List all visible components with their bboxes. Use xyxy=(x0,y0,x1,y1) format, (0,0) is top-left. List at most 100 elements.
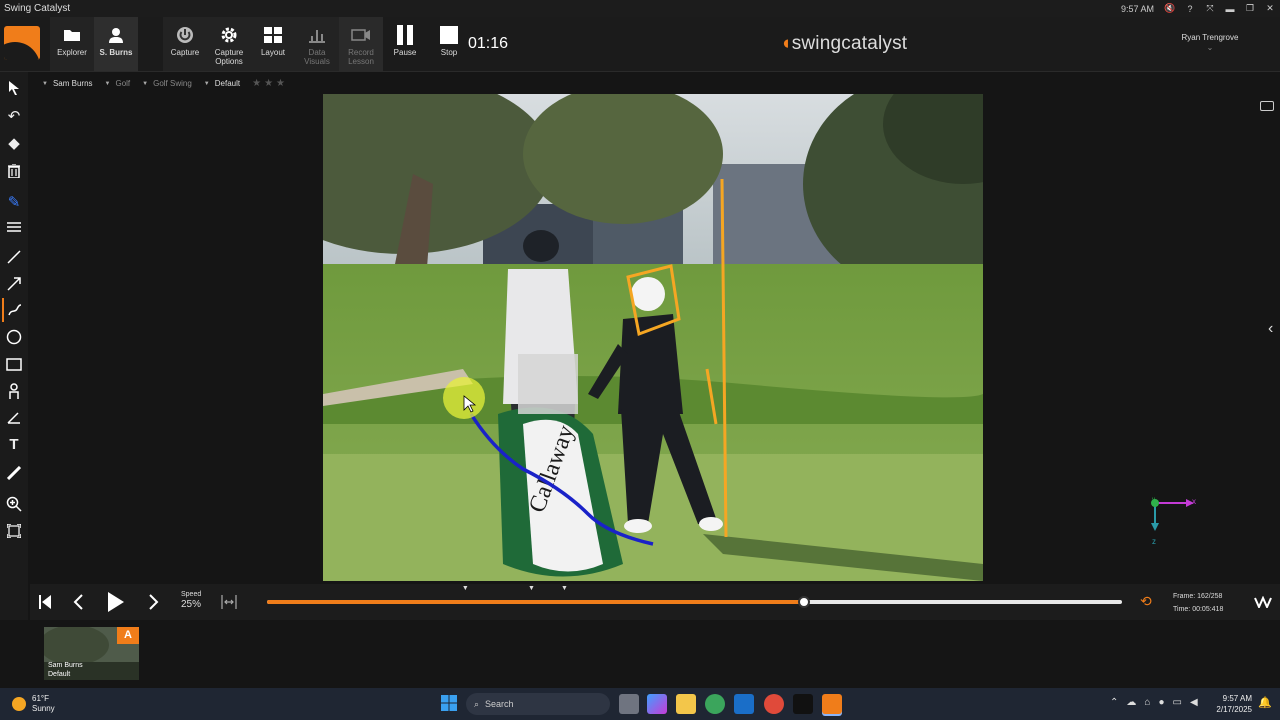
video-viewport[interactable]: Callaway xyxy=(323,94,983,581)
lesson-icon xyxy=(350,25,372,45)
line-width-icon[interactable] xyxy=(2,215,26,239)
speed-control[interactable]: Speed 25% xyxy=(181,590,201,610)
breadcrumb-athlete[interactable]: ▼ Sam Burns xyxy=(42,79,93,88)
session-thumbnail[interactable]: A Sam Burns Default xyxy=(44,627,139,680)
ruler-tool-icon[interactable] xyxy=(2,461,26,485)
play-button[interactable] xyxy=(103,590,129,614)
frame-label: Frame: xyxy=(1173,593,1196,600)
arrow-tool-icon[interactable] xyxy=(2,272,26,296)
toolbar-group-record: Record Lesson xyxy=(339,17,383,71)
user-button[interactable]: S. Burns xyxy=(94,17,138,71)
trim-icon[interactable] xyxy=(216,590,242,614)
timeline-progress xyxy=(267,600,804,604)
taskbar-search[interactable]: ⌕ Search xyxy=(466,693,610,715)
timeline-scrubber[interactable] xyxy=(267,596,1122,608)
file-explorer-icon[interactable] xyxy=(676,694,696,714)
network-icon[interactable]: ⌂ xyxy=(1144,697,1150,708)
help-icon[interactable]: ? xyxy=(1180,4,1200,14)
capture-options-button[interactable]: Capture Options xyxy=(207,17,251,71)
pause-button[interactable]: Pause xyxy=(383,17,427,71)
app-logo[interactable] xyxy=(4,26,40,60)
chevron-up-icon[interactable]: ⌃ xyxy=(1110,697,1118,708)
rating-stars[interactable]: ★★★ xyxy=(252,78,288,89)
terminal-icon[interactable] xyxy=(793,694,813,714)
search-placeholder: Search xyxy=(485,699,514,709)
taskbar-clock[interactable]: 9:57 AM 2/17/2025 xyxy=(1210,693,1252,715)
stop-button[interactable]: Stop xyxy=(427,17,471,71)
breadcrumb-sport[interactable]: ▼ Golf xyxy=(105,79,131,88)
timeline-marker[interactable]: ▼ xyxy=(528,585,535,592)
brand-part2: catalyst xyxy=(841,33,908,54)
task-view-icon[interactable] xyxy=(619,694,639,714)
trash-icon[interactable] xyxy=(2,159,26,183)
eraser-icon[interactable]: ◆ xyxy=(2,131,26,155)
capture-label: Capture xyxy=(170,48,200,57)
edit-drawing-icon[interactable]: ✎ xyxy=(2,190,26,214)
timeline-marker[interactable]: ▼ xyxy=(561,585,568,592)
swing-catalyst-taskbar-icon[interactable] xyxy=(822,694,842,714)
zoom-icon[interactable] xyxy=(2,492,26,516)
skip-start-button[interactable] xyxy=(32,590,58,614)
breadcrumb-category[interactable]: ▼ Golf Swing xyxy=(142,79,192,88)
record-lesson-button[interactable]: Record Lesson xyxy=(339,17,383,71)
angle-tool-icon[interactable] xyxy=(2,405,26,429)
freehand-tool-icon[interactable] xyxy=(2,298,26,322)
time-value: 00:05:418 xyxy=(1192,606,1224,613)
os-taskbar: 61°F Sunny ⌕ Search ⌃ ☁ ⌂ ● ▭ ◀ 9:57 AM xyxy=(0,688,1280,720)
outlook-icon[interactable] xyxy=(734,694,754,714)
next-frame-button[interactable] xyxy=(141,590,167,614)
system-controls: 9:57 AM 🔇 ? ⤧ ▬ ❐ ✕ xyxy=(1121,0,1280,17)
toolbar-group-view: Layout Data Visuals xyxy=(251,17,339,71)
crop-icon[interactable] xyxy=(2,519,26,543)
cloud-icon[interactable]: ☁ xyxy=(1126,697,1136,708)
weather-temp: 61°F xyxy=(32,694,49,703)
mute-icon[interactable]: 🔇 xyxy=(1160,3,1180,14)
restore-icon[interactable]: ❐ xyxy=(1240,3,1260,14)
data-visuals-button[interactable]: Data Visuals xyxy=(295,17,339,71)
notification-icon[interactable]: 🔔 xyxy=(1258,696,1272,709)
undo-icon[interactable]: ↶ xyxy=(2,104,26,128)
display-icon[interactable]: ▭ xyxy=(1172,697,1181,708)
user-menu[interactable]: Ryan Trengrove ⌄ xyxy=(1180,33,1240,53)
video-frame: Callaway xyxy=(323,94,983,581)
body-tool-icon[interactable] xyxy=(2,379,26,403)
drawing-tools: ↶ ◆ ✎ T xyxy=(0,72,28,620)
brand-part1: swing xyxy=(791,33,842,54)
layout-grid-icon xyxy=(262,25,284,45)
chrome-profile-icon[interactable] xyxy=(764,694,784,714)
gear-icon xyxy=(218,25,240,45)
close-icon[interactable]: ✕ xyxy=(1260,3,1280,14)
camera-icon[interactable] xyxy=(1260,101,1274,111)
fit-icon[interactable]: ⤧ xyxy=(1200,3,1220,14)
mic-icon[interactable]: ● xyxy=(1158,697,1164,708)
axis-y-label: y xyxy=(1152,497,1155,503)
waveform-icon[interactable] xyxy=(1250,590,1276,614)
minimize-icon[interactable]: ▬ xyxy=(1220,4,1240,14)
breadcrumb-layout[interactable]: ▼ Default xyxy=(204,79,240,88)
explorer-button[interactable]: Explorer xyxy=(50,17,94,71)
capture-button[interactable]: Capture xyxy=(163,17,207,71)
frame-info: Frame: 162/258 Time: 00:05:418 xyxy=(1173,590,1223,616)
chrome-icon[interactable] xyxy=(705,694,725,714)
rectangle-tool-icon[interactable] xyxy=(2,352,26,376)
sun-icon xyxy=(12,697,26,711)
circle-tool-icon[interactable] xyxy=(2,325,26,349)
pointer-tool-icon[interactable] xyxy=(2,76,26,100)
user-button-label: S. Burns xyxy=(99,48,133,57)
timeline-marker[interactable]: ▼ xyxy=(462,585,469,592)
layout-button[interactable]: Layout xyxy=(251,17,295,71)
line-tool-icon[interactable] xyxy=(2,245,26,269)
chevron-left-icon[interactable]: ‹ xyxy=(1268,320,1273,338)
timeline-handle[interactable] xyxy=(797,596,810,608)
previous-frame-button[interactable] xyxy=(65,590,91,614)
layout-label: Layout xyxy=(260,48,286,57)
volume-icon[interactable]: ◀ xyxy=(1190,697,1198,708)
weather-widget[interactable]: 61°F Sunny xyxy=(12,694,55,714)
thumbnail-caption: Sam Burns Default xyxy=(48,661,83,679)
loop-icon[interactable]: ⟲ xyxy=(1140,593,1152,610)
stop-icon xyxy=(438,25,460,45)
copilot-icon[interactable] xyxy=(647,694,667,714)
text-tool-icon[interactable]: T xyxy=(2,432,26,456)
search-icon: ⌕ xyxy=(474,698,480,709)
start-icon[interactable] xyxy=(440,694,460,714)
